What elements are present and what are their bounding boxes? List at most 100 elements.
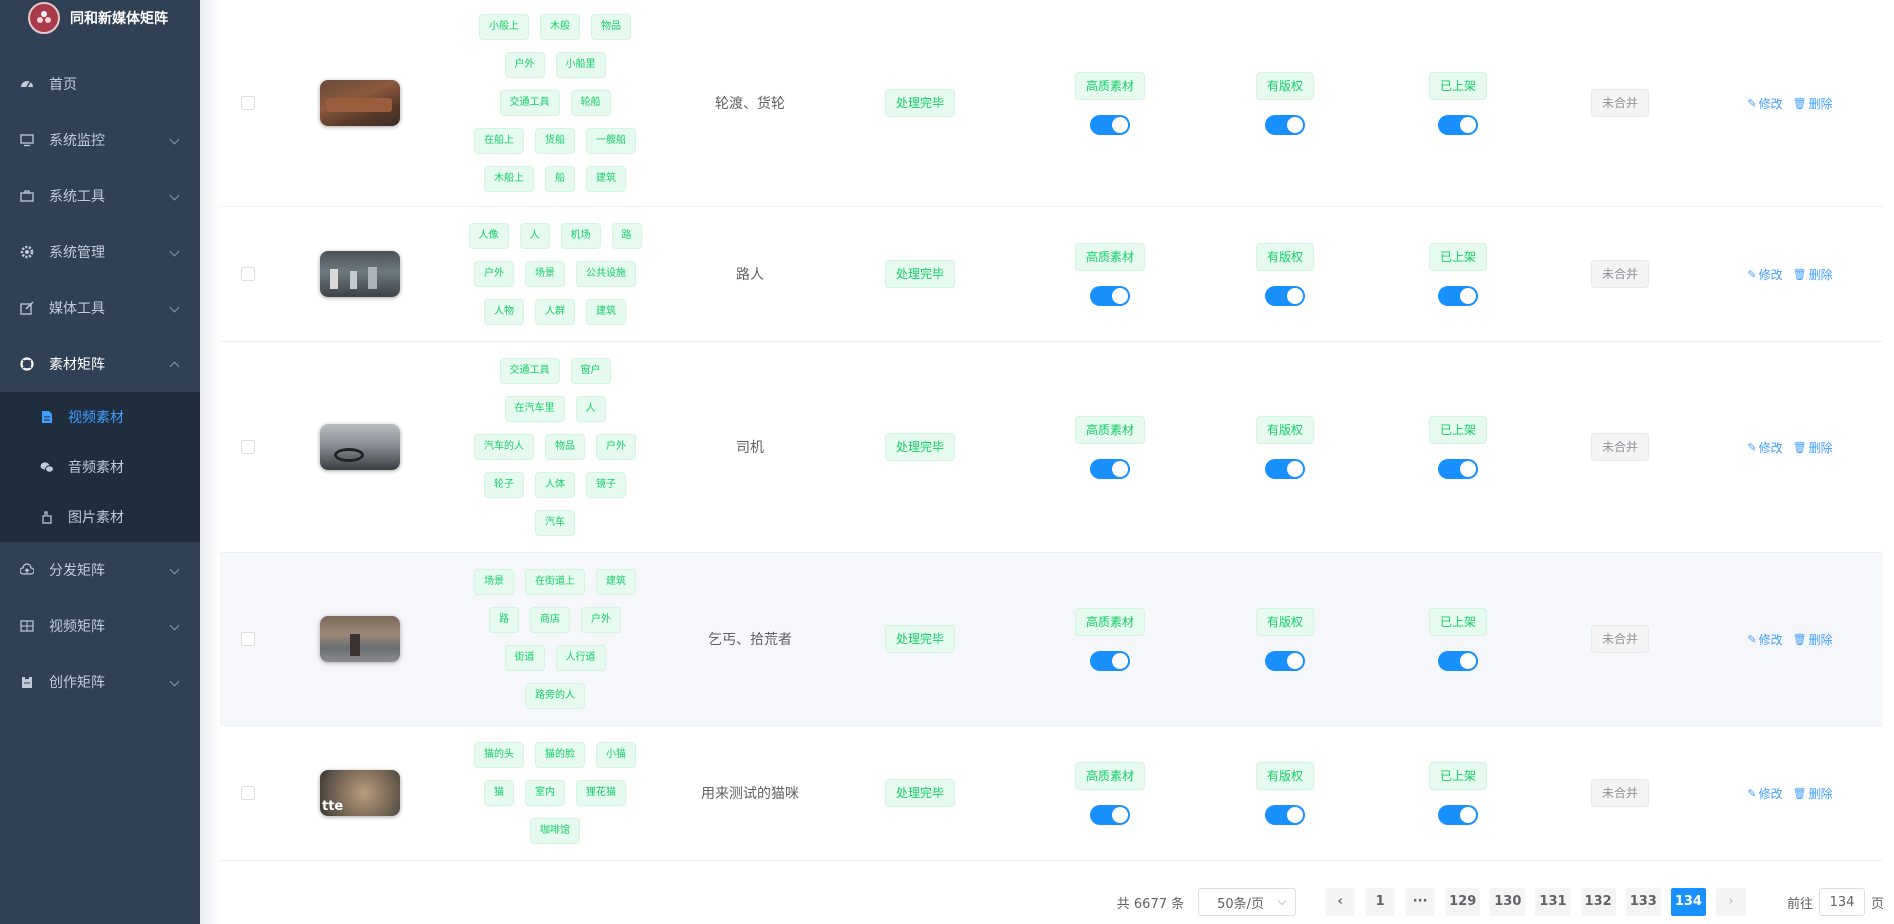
video-thumbnail[interactable]: tte: [320, 770, 400, 816]
row-checkbox[interactable]: [241, 786, 255, 800]
delete-button[interactable]: 🗑 删除: [1793, 266, 1833, 283]
content-tag: 汽车: [535, 510, 575, 536]
logo: 同和新媒体矩阵: [0, 0, 200, 36]
quality-toggle[interactable]: [1090, 114, 1130, 135]
shelf-toggle[interactable]: [1438, 114, 1478, 135]
quality-badge: 高质素材: [1074, 607, 1145, 636]
page-jump: 前往 页: [1787, 888, 1884, 916]
sidebar-item-monitor[interactable]: 系统监控: [0, 112, 200, 168]
sidebar-item-video-matrix[interactable]: 视频矩阵: [0, 598, 200, 654]
video-thumbnail[interactable]: [320, 616, 400, 662]
shelf-toggle[interactable]: [1438, 458, 1478, 479]
copyright-toggle[interactable]: [1265, 458, 1305, 479]
edit-button[interactable]: ✎ 修改: [1747, 785, 1782, 802]
shelf-toggle[interactable]: [1438, 804, 1478, 825]
row-checkbox[interactable]: [241, 632, 255, 646]
sidebar: 同和新媒体矩阵 首页 系统监控 系统工具 系统管理 媒体工具 素材矩阵 视频素材…: [0, 0, 200, 924]
page-ellipsis[interactable]: ···: [1405, 888, 1436, 916]
quality-toggle[interactable]: [1090, 804, 1130, 825]
prev-page-button[interactable]: ‹: [1325, 888, 1356, 916]
content-tag: 人物: [484, 299, 524, 325]
quality-toggle[interactable]: [1090, 285, 1130, 306]
quality-toggle[interactable]: [1090, 458, 1130, 479]
sidebar-item-video-material[interactable]: 视频素材: [0, 392, 200, 442]
page-button[interactable]: 132: [1580, 888, 1616, 916]
page-button[interactable]: 131: [1535, 888, 1571, 916]
quality-toggle[interactable]: [1090, 650, 1130, 671]
row-checkbox[interactable]: [241, 96, 255, 110]
sidebar-item-label: 创作矩阵: [49, 675, 105, 691]
sidebar-item-distribution[interactable]: 分发矩阵: [0, 542, 200, 598]
shelf-badge: 已上架: [1428, 415, 1487, 444]
shelf-toggle[interactable]: [1438, 650, 1478, 671]
sidebar-item-label: 首页: [49, 77, 77, 93]
delete-button[interactable]: 🗑 删除: [1793, 631, 1833, 648]
content-tag: 咖啡馆: [530, 818, 580, 844]
content-tag: 轮子: [484, 472, 524, 498]
sidebar-item-label: 素材矩阵: [49, 357, 105, 373]
page-button[interactable]: 129: [1445, 888, 1481, 916]
edit-button[interactable]: ✎ 修改: [1747, 95, 1782, 112]
sidebar-item-image-material[interactable]: 图片素材: [0, 492, 200, 542]
page-button[interactable]: 133: [1625, 888, 1661, 916]
quality-badge: 高质素材: [1074, 71, 1145, 100]
delete-button[interactable]: 🗑 删除: [1793, 439, 1833, 456]
thumbnail-text: tte: [322, 799, 344, 814]
copyright-toggle[interactable]: [1265, 114, 1305, 135]
goto-page-input[interactable]: [1818, 888, 1865, 916]
chevron-down-icon: [169, 676, 180, 687]
next-page-button[interactable]: ›: [1715, 888, 1746, 916]
content-tag: 人体: [535, 472, 575, 498]
sidebar-item-home[interactable]: 首页: [0, 56, 200, 112]
chevron-up-icon: [169, 361, 180, 372]
edit-button[interactable]: ✎ 修改: [1747, 631, 1782, 648]
current-page-button[interactable]: 134: [1670, 888, 1706, 916]
sidebar-item-system[interactable]: 系统管理: [0, 224, 200, 280]
sidebar-item-creation[interactable]: 创作矩阵: [0, 654, 200, 710]
material-name: 司机: [736, 440, 764, 456]
chevron-down-icon: [169, 620, 180, 631]
sidebar-item-media-tools[interactable]: 媒体工具: [0, 280, 200, 336]
sidebar-item-material-matrix[interactable]: 素材矩阵: [0, 336, 200, 392]
content-tag: 在街道上: [525, 569, 585, 595]
content-tag: 小船里: [555, 52, 606, 78]
content-tag: 人: [575, 396, 606, 422]
trash-icon: 🗑: [1792, 96, 1807, 110]
page-size-select[interactable]: 50条/页: [1198, 888, 1297, 916]
copyright-toggle[interactable]: [1265, 650, 1305, 671]
content-tag: 交通工具: [499, 358, 560, 384]
page-button[interactable]: 130: [1490, 888, 1526, 916]
delete-button[interactable]: 🗑 删除: [1793, 785, 1833, 802]
copyright-toggle[interactable]: [1265, 804, 1305, 825]
content-tag: 货船: [535, 128, 575, 154]
content-tag: 商店: [530, 607, 570, 633]
quality-badge: 高质素材: [1074, 415, 1145, 444]
copyright-toggle[interactable]: [1265, 285, 1305, 306]
content-tag: 猫的头: [474, 742, 524, 768]
trash-icon: 🗑: [1792, 267, 1807, 281]
page-button[interactable]: 1: [1365, 888, 1396, 916]
sidebar-item-audio-material[interactable]: 音频素材: [0, 442, 200, 492]
content-tag: 汽车的人: [474, 434, 534, 460]
sidebar-item-tools[interactable]: 系统工具: [0, 168, 200, 224]
table-row: 场景 在街道上 建筑 路 商店 户外 街道 人行道 路旁的人 乞丐、拾荒者 处理…: [220, 553, 1883, 726]
trash-icon: 🗑: [1792, 440, 1807, 454]
video-thumbnail[interactable]: [320, 424, 400, 470]
delete-button[interactable]: 🗑 删除: [1793, 95, 1833, 112]
chevron-down-icon: [169, 564, 180, 575]
row-checkbox[interactable]: [241, 440, 255, 454]
hand-icon: [40, 510, 54, 524]
content-tag: 一艘船: [586, 128, 636, 154]
shelf-toggle[interactable]: [1438, 285, 1478, 306]
app-title: 同和新媒体矩阵: [70, 11, 168, 27]
edit-button[interactable]: ✎ 修改: [1747, 266, 1782, 283]
content-tag: 机场: [560, 223, 601, 249]
quality-badge: 高质素材: [1074, 761, 1145, 790]
row-checkbox[interactable]: [241, 267, 255, 281]
shelf-badge: 已上架: [1428, 71, 1487, 100]
edit-button[interactable]: ✎ 修改: [1747, 439, 1782, 456]
content-tag: 窗户: [570, 358, 611, 384]
video-thumbnail[interactable]: [320, 251, 400, 297]
video-thumbnail[interactable]: [320, 80, 400, 126]
content-tag: 户外: [474, 261, 514, 287]
